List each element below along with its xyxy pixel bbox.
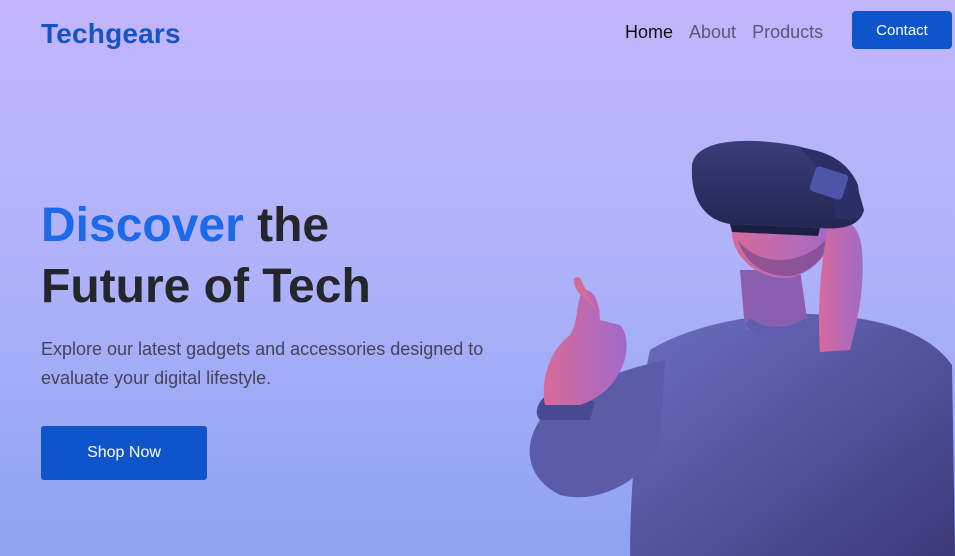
shop-now-button[interactable]: Shop Now [41, 426, 207, 480]
hero-title-accent: Discover [41, 199, 244, 252]
nav-link-home[interactable]: Home [625, 22, 673, 43]
nav-link-products[interactable]: Products [752, 22, 823, 43]
nav-link-about[interactable]: About [689, 22, 736, 43]
nav-links: Home About Products [625, 22, 823, 43]
hero-vr-person-image [529, 140, 955, 556]
navbar: Techgears Home About Products Contact [0, 0, 955, 70]
hero-description: Explore our latest gadgets and accessori… [41, 339, 484, 388]
contact-button[interactable]: Contact [852, 11, 952, 49]
hero-section: Discover the Future of Tech Explore our … [41, 195, 501, 393]
hero-title-line2: Future of Tech [41, 260, 371, 313]
brand-logo[interactable]: Techgears [41, 18, 181, 50]
hero-title: Discover the Future of Tech [41, 195, 501, 317]
hero-title-line1-rest: the [243, 199, 330, 252]
